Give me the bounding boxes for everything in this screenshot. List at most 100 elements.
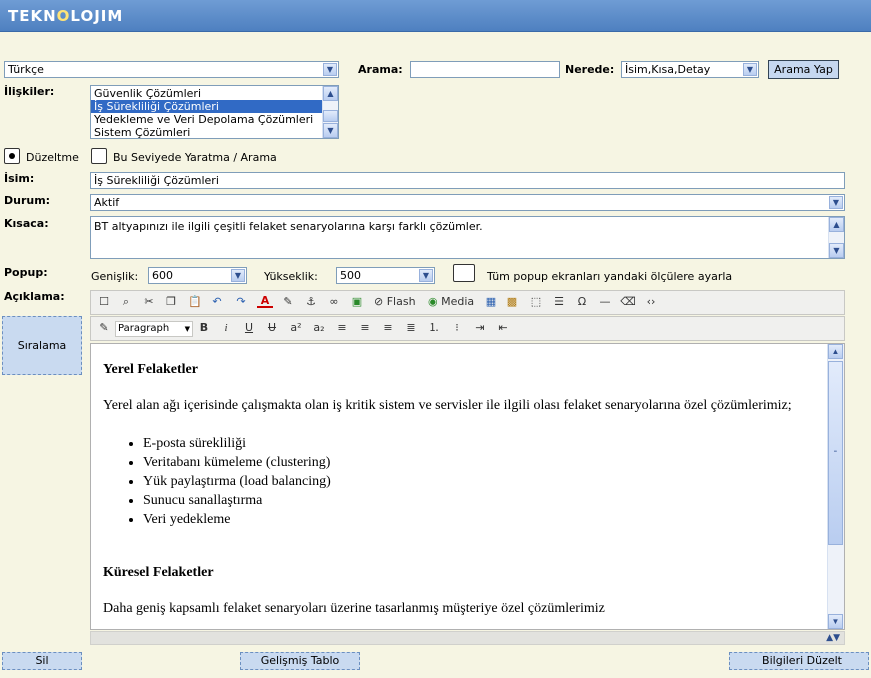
ordered-list-icon[interactable]: ⒈ — [427, 320, 441, 336]
search-label: Arama: — [358, 63, 403, 76]
align-left-icon[interactable]: ≡ — [335, 320, 349, 336]
subscript-icon[interactable]: a₂ — [311, 320, 327, 336]
list-item[interactable]: Sistem Çözümleri — [91, 126, 338, 138]
popup-apply-label: Tüm popup ekranları yandaki ölçülere aya… — [487, 270, 733, 283]
format-value: Paragraph — [118, 323, 170, 334]
scroll-thumb[interactable] — [323, 110, 338, 122]
short-label: Kısaca: — [4, 217, 49, 230]
code-icon[interactable]: ‹› — [643, 294, 659, 310]
table-icon[interactable]: ▦ — [483, 294, 499, 310]
delete-button[interactable]: Sil — [2, 652, 82, 670]
content-paragraph-2: Daha geniş kapsamlı felaket senaryoları … — [103, 601, 605, 616]
anchor-icon[interactable]: ⚓ — [303, 294, 319, 310]
redo-icon[interactable]: ↷ — [233, 294, 249, 310]
status-label: Durum: — [4, 194, 51, 207]
popup-width-value: 600 — [152, 269, 173, 282]
link-icon[interactable]: ∞ — [326, 294, 342, 310]
align-right-icon[interactable]: ≡ — [381, 320, 395, 336]
resize-icon[interactable]: ▲▼ — [826, 632, 840, 644]
paste-icon[interactable]: 📋 — [187, 294, 203, 310]
scroll-up-icon[interactable]: ▲ — [829, 217, 844, 232]
edit-radio[interactable] — [4, 148, 20, 164]
highlight-icon[interactable]: ✎ — [280, 294, 296, 310]
bold-icon[interactable]: B — [197, 320, 211, 336]
align-center-icon[interactable]: ≡ — [358, 320, 372, 336]
scroll-up-icon[interactable]: ▲ — [828, 344, 843, 359]
language-value: Türkçe — [8, 63, 44, 76]
cut-icon[interactable]: ✂ — [141, 294, 157, 310]
chevron-down-icon: ▼ — [184, 325, 190, 333]
superscript-icon[interactable]: a² — [288, 320, 304, 336]
relations-scrollbar[interactable]: ▲ ▼ — [322, 86, 338, 138]
language-select[interactable]: Türkçe ▼ — [4, 61, 339, 78]
logo: TEKNOLOJIM — [8, 7, 124, 25]
content-paragraph-1: Yerel alan ağı içerisinde çalışmakta ola… — [103, 398, 792, 413]
text-color-icon[interactable]: A — [257, 294, 273, 308]
radio-dot-icon — [9, 153, 15, 159]
scroll-down-icon[interactable]: ▼ — [323, 123, 338, 138]
flash-button[interactable]: ⊘ Flash — [374, 294, 418, 310]
media-icon: ◉ — [428, 295, 438, 308]
where-value: İsim,Kısa,Detay — [625, 63, 711, 76]
underline-icon[interactable]: U — [242, 320, 256, 336]
content-list: E-posta sürekliliği Veritabanı kümeleme … — [103, 434, 814, 529]
list-item[interactable]: Güvenlik Çözümleri — [91, 87, 338, 100]
scroll-up-icon[interactable]: ▲ — [323, 86, 338, 101]
editor-scrollbar[interactable]: ▲ ≡ ▼ — [827, 344, 844, 629]
visual-aid-icon[interactable]: ⬚ — [528, 294, 544, 310]
scroll-down-icon[interactable]: ▼ — [828, 614, 843, 629]
unordered-list-icon[interactable]: ⁝ — [450, 320, 464, 336]
find-icon[interactable]: ⌕ — [118, 294, 134, 310]
search-input[interactable] — [410, 61, 560, 78]
horizontal-rule-icon[interactable]: — — [597, 294, 613, 310]
strikethrough-icon[interactable]: U — [265, 320, 279, 336]
list-item[interactable]: İş Sürekliliği Çözümleri — [91, 100, 338, 113]
justify-icon[interactable]: ≣ — [404, 320, 418, 336]
status-value: Aktif — [94, 196, 120, 209]
table-props-icon[interactable]: ▩ — [504, 294, 520, 310]
editor-content[interactable]: Yerel Felaketler Yerel alan ağı içerisin… — [90, 343, 845, 630]
special-char-icon[interactable]: Ω — [574, 294, 590, 310]
image-icon[interactable]: ▣ — [349, 294, 365, 310]
chevron-down-icon: ▼ — [323, 63, 337, 76]
format-select[interactable]: Paragraph ▼ — [115, 321, 193, 337]
create-radio[interactable] — [91, 148, 107, 164]
popup-height-select[interactable]: 500 ▼ — [336, 267, 435, 284]
indent-icon[interactable]: ⇥ — [472, 320, 488, 336]
flash-icon: ⊘ — [374, 295, 384, 308]
copy-icon[interactable]: ❐ — [163, 294, 179, 310]
content-heading-1: Yerel Felaketler — [103, 362, 198, 377]
undo-icon[interactable]: ↶ — [209, 294, 225, 310]
short-textarea[interactable]: BT altyapınızı ile ilgili çeşitli felake… — [90, 216, 845, 259]
status-select[interactable]: Aktif ▼ — [90, 194, 845, 211]
short-scrollbar[interactable]: ▲ ▼ — [828, 217, 844, 258]
flash-label: Flash — [386, 295, 416, 308]
popup-height-label: Yükseklik: — [264, 270, 318, 283]
app-header: TEKNOLOJIM — [0, 0, 871, 32]
sort-button[interactable]: Sıralama — [2, 316, 82, 375]
new-document-icon[interactable]: ☐ — [96, 294, 112, 310]
italic-icon[interactable]: i — [219, 320, 233, 336]
eraser-icon[interactable]: ⌫ — [620, 294, 636, 310]
edit-css-icon[interactable]: ✎ — [96, 320, 112, 336]
scroll-down-icon[interactable]: ▼ — [829, 243, 844, 258]
list-item: Yük paylaştırma (load balancing) — [143, 472, 814, 491]
outdent-icon[interactable]: ⇤ — [495, 320, 511, 336]
chevron-down-icon: ▼ — [829, 196, 843, 209]
advanced-table-button[interactable]: Gelişmiş Tablo — [240, 652, 360, 670]
list-item[interactable]: Yedekleme ve Veri Depolama Çözümleri — [91, 113, 338, 126]
search-button[interactable]: Arama Yap — [768, 60, 839, 79]
layer-icon[interactable]: ☰ — [551, 294, 567, 310]
scroll-thumb[interactable]: ≡ — [828, 361, 843, 545]
media-label: Media — [441, 295, 475, 308]
relations-listbox[interactable]: Güvenlik Çözümleri İş Sürekliliği Çözüml… — [90, 85, 339, 139]
popup-apply-checkbox[interactable] — [453, 264, 475, 282]
media-button[interactable]: ◉ Media — [428, 294, 476, 310]
chevron-down-icon: ▼ — [743, 63, 757, 76]
update-button[interactable]: Bilgileri Düzelt — [729, 652, 869, 670]
name-label: İsim: — [4, 172, 35, 185]
where-select[interactable]: İsim,Kısa,Detay ▼ — [621, 61, 759, 78]
create-radio-label: Bu Seviyede Yaratma / Arama — [113, 151, 277, 164]
name-input[interactable]: İş Sürekliliği Çözümleri — [90, 172, 845, 189]
popup-width-select[interactable]: 600 ▼ — [148, 267, 247, 284]
